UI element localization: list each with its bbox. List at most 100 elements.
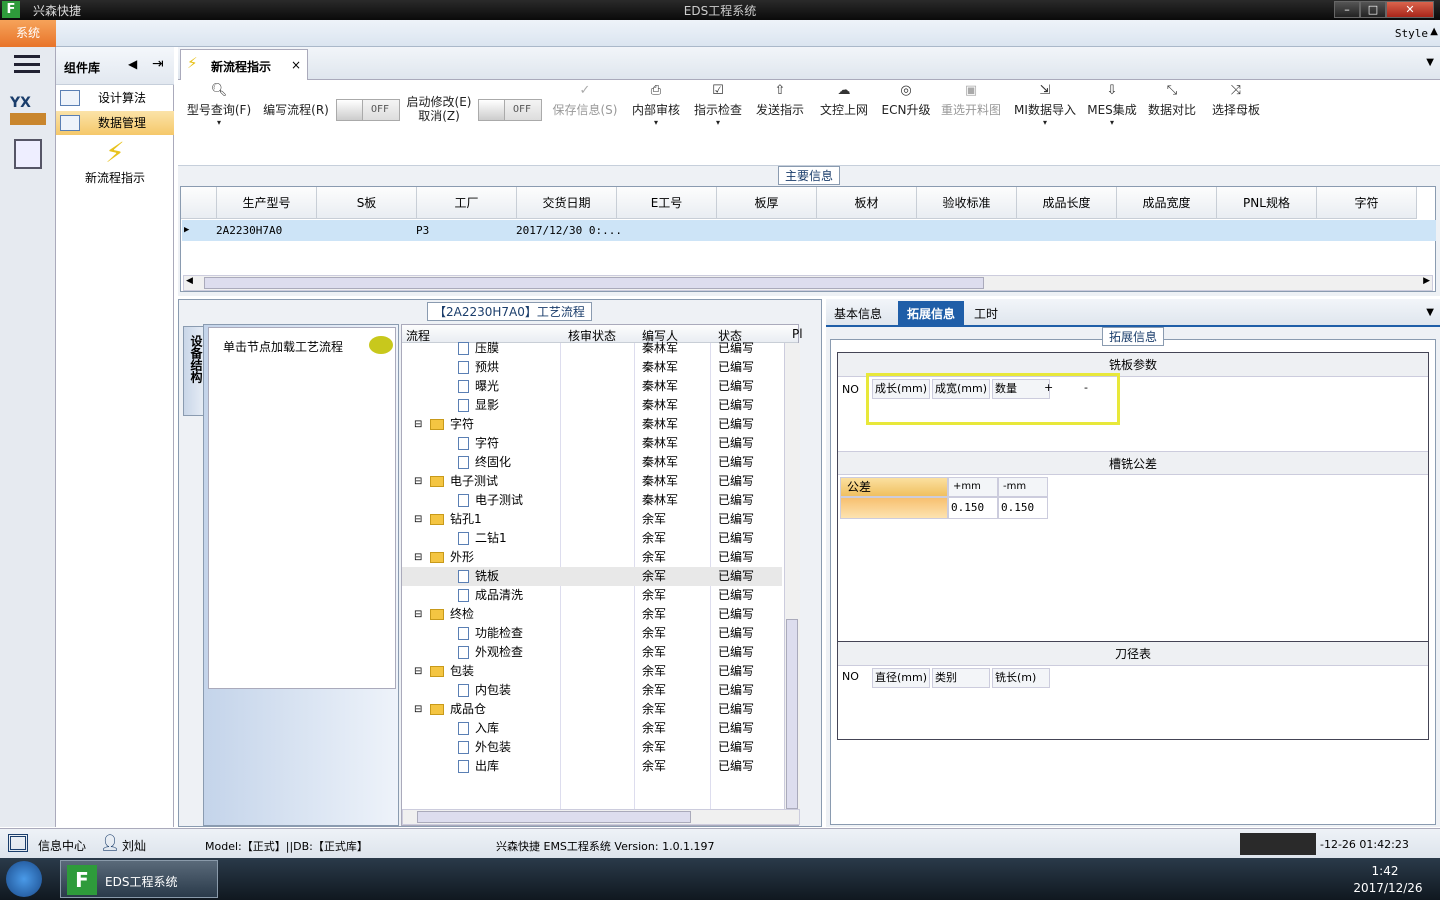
ecn-upgrade-button[interactable]: ◎ ECN升级 <box>878 83 934 118</box>
mi-import-button[interactable]: ⇲ MI数据导入 ▾ <box>1012 83 1078 127</box>
tree-node-label[interactable]: 出库 <box>458 757 499 776</box>
table-row[interactable]: ▶ 2A2230H7A0 P3 2017/12/30 0:... <box>182 220 1436 241</box>
col-header[interactable]: 字符 <box>1317 187 1417 219</box>
write-process-button[interactable]: 编写流程(R) <box>260 101 332 118</box>
model-query-button[interactable]: 🔍︎ 型号查询(F) ▾ <box>184 83 254 127</box>
collapse-node-icon[interactable]: ⊟ <box>414 472 422 491</box>
tab-list-dropdown-icon[interactable]: ▼ <box>1426 57 1434 68</box>
tree-node-label[interactable]: 功能检查 <box>458 624 523 643</box>
instruction-check-button[interactable]: ☑ 指示检查 ▾ <box>690 83 746 127</box>
collapse-left-icon[interactable]: ◀ <box>128 57 137 71</box>
tree-node-label[interactable]: 字符 <box>458 434 499 453</box>
start-edit-button[interactable]: 启动修改(E) 取消(Z) <box>404 95 474 123</box>
start-button-icon[interactable] <box>6 861 42 897</box>
side-tab-equipment[interactable]: 设备结构 <box>183 326 205 416</box>
tab-work-hours[interactable]: 工时 <box>974 305 998 322</box>
tab-list-dropdown-icon[interactable]: ▼ <box>1426 307 1434 318</box>
col-header[interactable]: 板材 <box>817 187 917 219</box>
tree-row[interactable]: ⊟ 成品仓 余军 已编写 <box>402 700 782 719</box>
tree-node-label[interactable]: 成品仓 <box>430 700 486 719</box>
select-motherboard-button[interactable]: ⤨ 选择母板 <box>1208 83 1264 118</box>
tree-node-label[interactable]: 电子测试 <box>430 472 498 491</box>
cancel-label[interactable]: 取消(Z) <box>404 109 474 123</box>
col-header[interactable]: 生产型号 <box>217 187 317 219</box>
reselect-cutting-button[interactable]: ▣ 重选开料图 <box>938 83 1004 118</box>
tree-row[interactable]: 出库 余军 已编写 <box>402 757 782 776</box>
tree-node-label[interactable]: 压膜 <box>458 339 499 358</box>
col-header[interactable]: PNL规格 <box>1217 187 1317 219</box>
plus-tolerance-field[interactable]: 0.150 <box>948 497 998 519</box>
scroll-left-icon[interactable]: ◀ <box>186 276 193 286</box>
data-compare-button[interactable]: ⤡ 数据对比 <box>1144 83 1200 118</box>
tree-row[interactable]: 成品清洗 余军 已编写 <box>402 586 782 605</box>
scroll-thumb[interactable] <box>204 277 984 289</box>
minimize-button[interactable]: – <box>1334 1 1360 18</box>
tree-node-label[interactable]: 电子测试 <box>458 491 523 510</box>
tab-close-icon[interactable]: × <box>291 58 301 72</box>
tree-row[interactable]: 显影 秦林军 已编写 <box>402 396 782 415</box>
close-button[interactable]: ✕ <box>1386 1 1434 18</box>
horizontal-scrollbar[interactable] <box>402 809 800 825</box>
col-header[interactable]: S板 <box>317 187 417 219</box>
save-info-button[interactable]: ✓ 保存信息(S) <box>550 83 620 118</box>
tray-icons[interactable] <box>1240 833 1316 855</box>
tree-row[interactable]: ⊟ 外形 余军 已编写 <box>402 548 782 567</box>
mes-integration-button[interactable]: ⇩ MES集成 ▾ <box>1084 83 1140 127</box>
collapse-node-icon[interactable]: ⊟ <box>414 548 422 567</box>
cell-model[interactable]: 2A2230H7A0 <box>216 220 282 241</box>
tree-row[interactable]: ⊟ 钻孔1 余军 已编写 <box>402 510 782 529</box>
tab-basic-info[interactable]: 基本信息 <box>834 305 882 322</box>
clock-time[interactable]: 1:42 <box>1350 864 1420 878</box>
tree-row[interactable]: 入库 余军 已编写 <box>402 719 782 738</box>
tree-node-label[interactable]: 外形 <box>430 548 474 567</box>
tree-row[interactable]: 字符 秦林军 已编写 <box>402 434 782 453</box>
tree-node-label[interactable]: 终固化 <box>458 453 511 472</box>
doc-control-online-button[interactable]: ☁ 文控上网 <box>816 83 872 118</box>
tree-row[interactable]: 预烘 秦林军 已编写 <box>402 358 782 377</box>
windows-grid-icon[interactable] <box>8 834 28 852</box>
col-header[interactable]: 铣长(m) <box>992 668 1050 688</box>
tree-row[interactable]: 压膜 秦林军 已编写 <box>402 339 782 358</box>
tree-row[interactable]: 二钻1 余军 已编写 <box>402 529 782 548</box>
tree-node-label[interactable]: 终检 <box>430 605 474 624</box>
factory-yx-icon[interactable]: YX <box>10 95 46 131</box>
col-header[interactable]: 直径(mm) <box>872 668 930 688</box>
send-instruction-button[interactable]: ⇧ 发送指示 <box>752 83 808 118</box>
internal-review-button[interactable]: ⎙ 内部审核 ▾ <box>628 83 684 127</box>
component-item-data-management[interactable]: 数据管理 <box>56 111 174 135</box>
tab-extended-info[interactable]: 拓展信息 <box>898 301 964 327</box>
maximize-button[interactable]: □ <box>1360 1 1386 18</box>
style-menu[interactable]: Style <box>1395 27 1428 40</box>
tree-node-label[interactable]: 包装 <box>430 662 474 681</box>
tree-row[interactable]: 功能检查 余军 已编写 <box>402 624 782 643</box>
tree-node-label[interactable]: 内包装 <box>458 681 511 700</box>
cell-date[interactable]: 2017/12/30 0:... <box>516 220 622 241</box>
collapse-node-icon[interactable]: ⊟ <box>414 700 422 719</box>
clock-date[interactable]: 2017/12/26 <box>1350 881 1426 895</box>
system-menu-button[interactable]: 系统 <box>0 20 56 47</box>
hamburger-menu-icon[interactable] <box>14 55 40 73</box>
tree-node-label[interactable]: 外观检查 <box>458 643 523 662</box>
tree-row[interactable]: ⊟ 字符 秦林军 已编写 <box>402 415 782 434</box>
minus-tolerance-field[interactable]: 0.150 <box>998 497 1048 519</box>
tree-row[interactable]: 外包装 余军 已编写 <box>402 738 782 757</box>
cell-factory[interactable]: P3 <box>416 220 429 241</box>
collapse-node-icon[interactable]: ⊟ <box>414 510 422 529</box>
write-process-toggle[interactable]: OFF <box>336 99 400 121</box>
horizontal-scrollbar[interactable]: ◀ ▶ <box>183 275 1433 291</box>
collapse-node-icon[interactable]: ⊟ <box>414 662 422 681</box>
tree-row[interactable]: 外观检查 余军 已编写 <box>402 643 782 662</box>
tree-node-label[interactable]: 显影 <box>458 396 499 415</box>
taskbar-app-button[interactable]: F EDS工程系统 <box>60 860 218 898</box>
col-header[interactable]: 交货日期 <box>517 187 617 219</box>
tree-node-label[interactable]: 钻孔1 <box>430 510 482 529</box>
col-header[interactable]: 工厂 <box>417 187 517 219</box>
tree-node-label[interactable]: 外包装 <box>458 738 511 757</box>
col-header[interactable]: E工号 <box>617 187 717 219</box>
col-header[interactable]: 成品宽度 <box>1117 187 1217 219</box>
tab-new-process[interactable]: ⚡ 新流程指示 × <box>180 49 308 80</box>
tree-row[interactable]: 电子测试 秦林军 已编写 <box>402 491 782 510</box>
scroll-thumb[interactable] <box>786 619 798 809</box>
scroll-thumb[interactable] <box>417 811 691 823</box>
tree-node-label[interactable]: 成品清洗 <box>458 586 523 605</box>
